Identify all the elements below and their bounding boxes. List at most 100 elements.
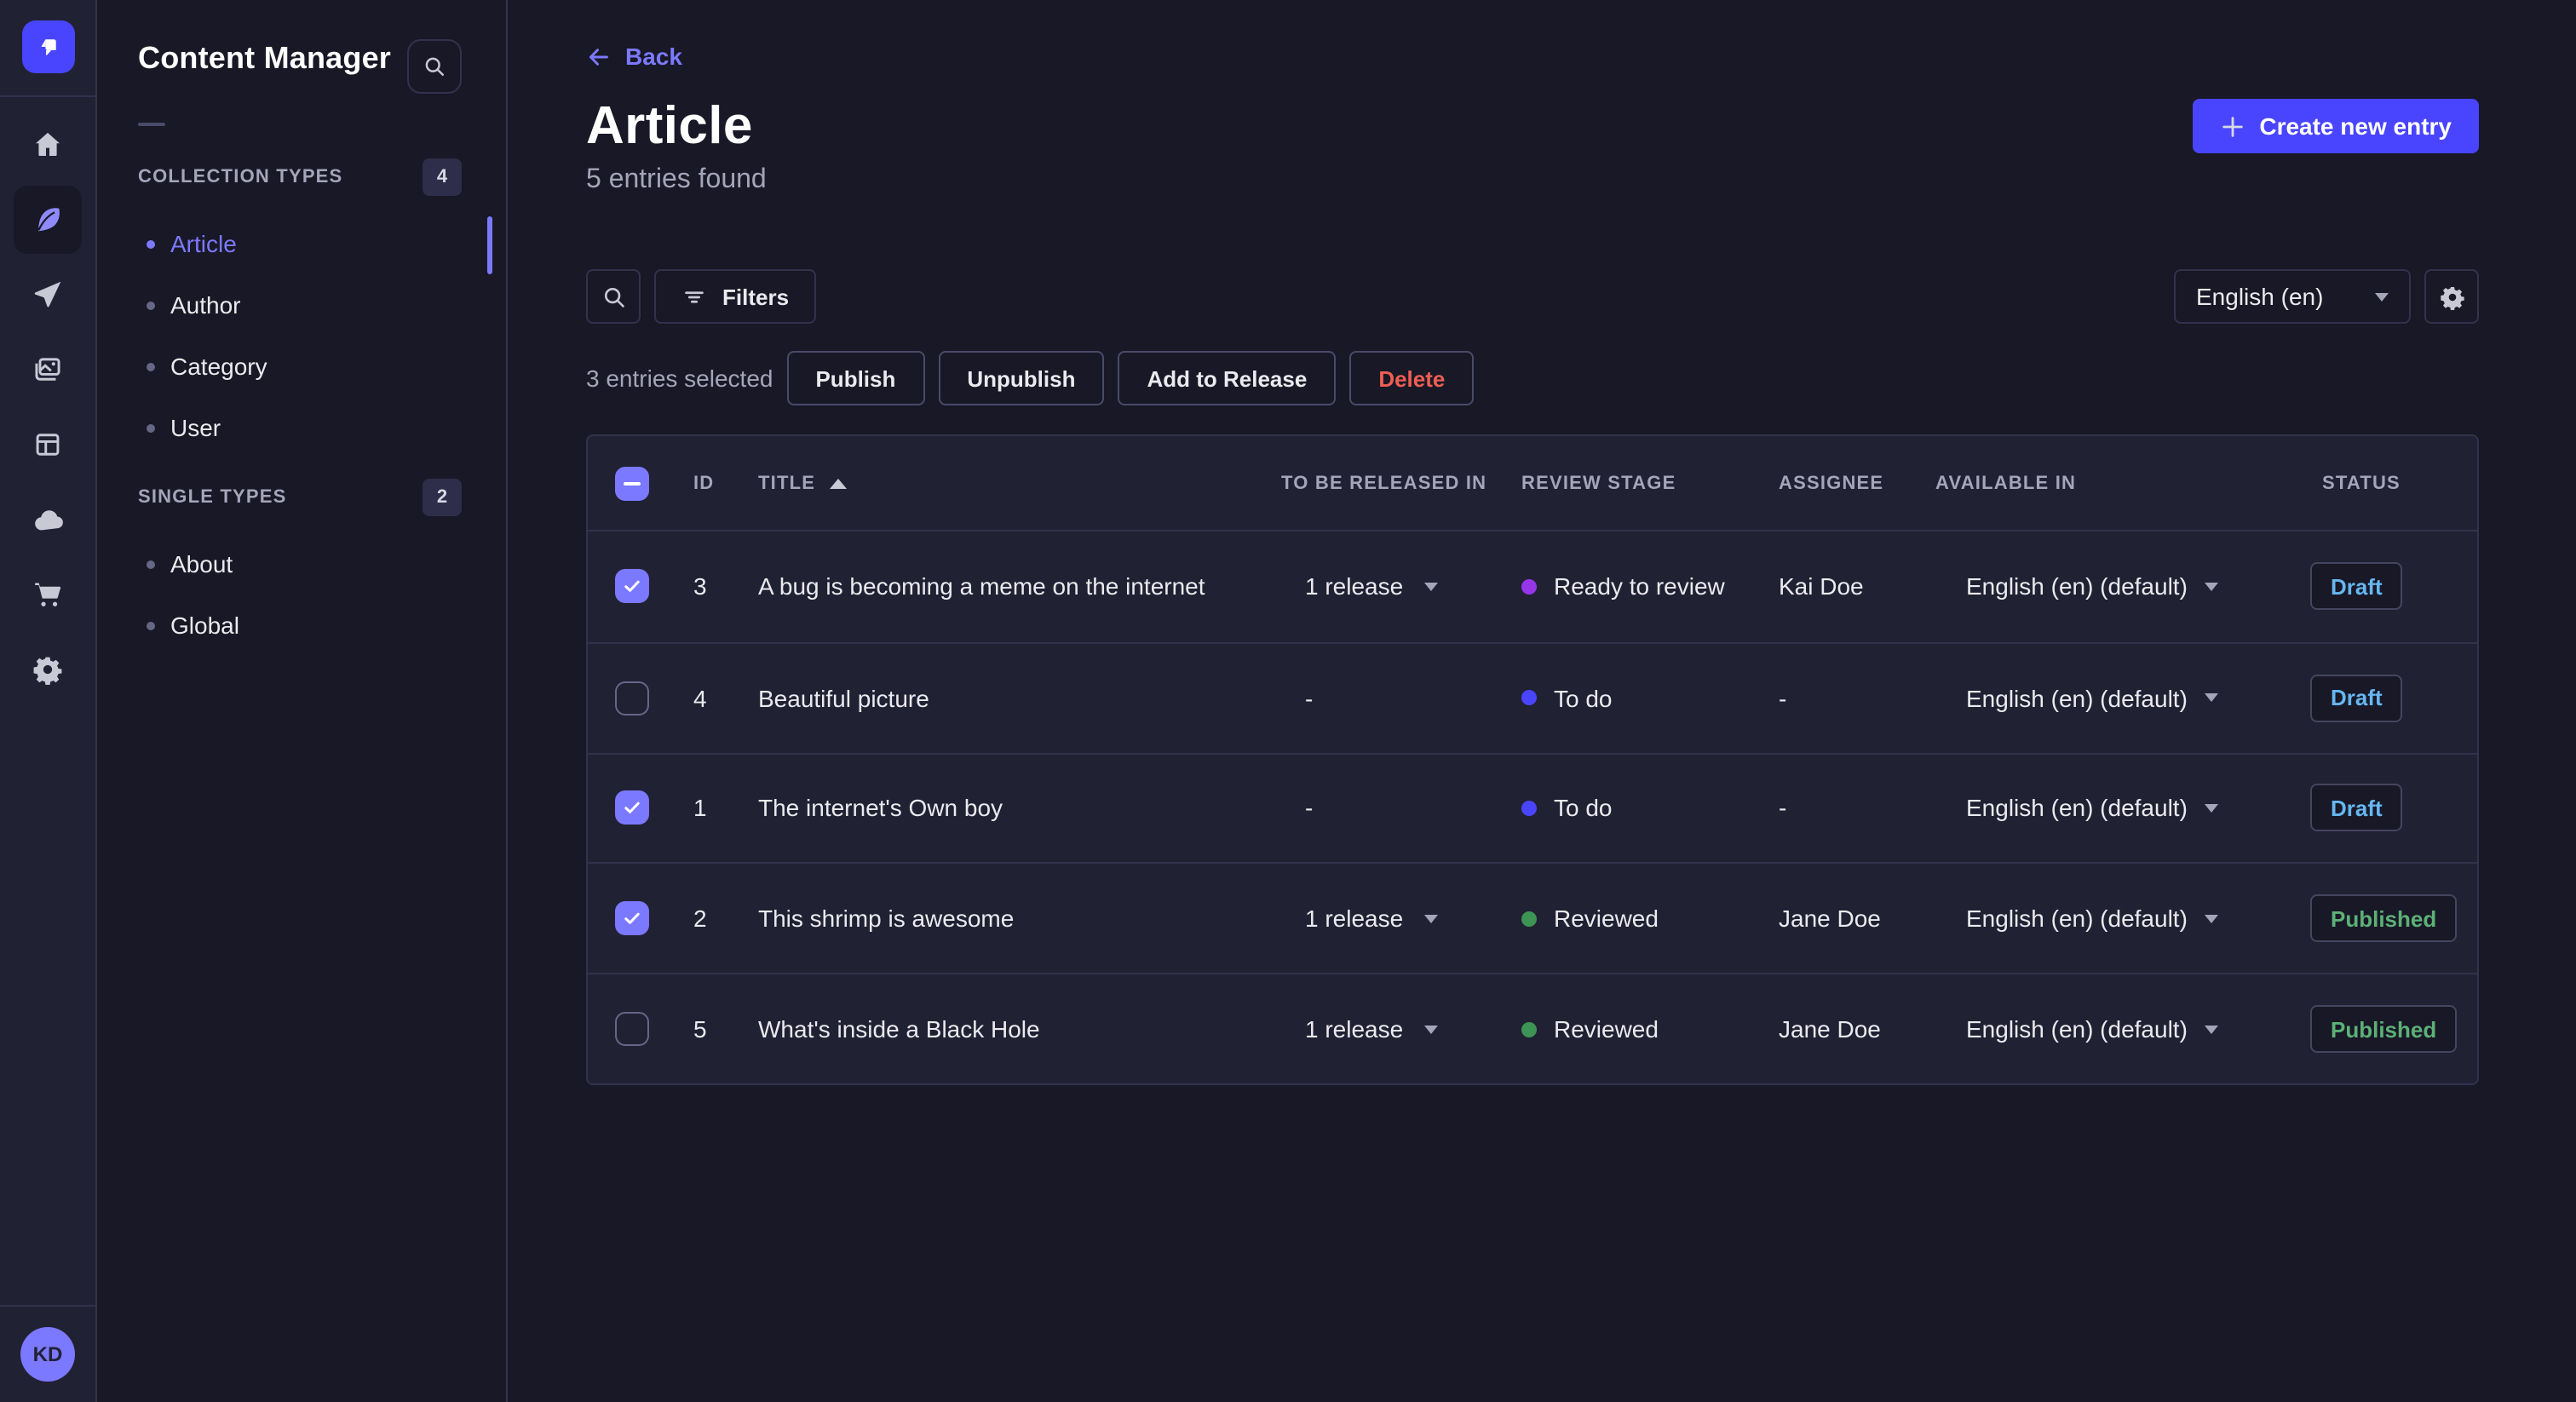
bullet-icon <box>147 621 155 629</box>
stage-value: To do <box>1554 684 1613 712</box>
create-entry-label: Create new entry <box>2259 112 2452 140</box>
filters-button[interactable]: Filters <box>654 269 817 324</box>
main-nav-item-feather[interactable] <box>14 186 82 254</box>
check-icon <box>624 913 640 925</box>
gear-icon <box>2440 286 2464 309</box>
main-nav-item-gear[interactable] <box>14 635 82 704</box>
cell-title: A bug is becoming a meme on the internet <box>758 572 1205 600</box>
subnav-item-about[interactable]: About <box>97 533 506 595</box>
section-head: COLLECTION TYPES 4 <box>97 158 506 196</box>
release-value: - <box>1305 684 1314 712</box>
strapi-logo[interactable] <box>22 20 75 73</box>
divider <box>138 123 165 126</box>
locale-select[interactable]: English (en) <box>2174 269 2411 324</box>
stage-value: Ready to review <box>1554 572 1725 600</box>
row-checkbox[interactable] <box>615 569 649 604</box>
bullet-icon <box>147 239 155 248</box>
subnav-search-button[interactable] <box>407 39 462 94</box>
cell-available-in-dropdown[interactable]: English (en) (default) <box>1966 684 2218 711</box>
subnav-item-category[interactable]: Category <box>97 336 506 397</box>
bulk-action-delete[interactable]: Delete <box>1349 351 1475 405</box>
table-row[interactable]: 1 The internet's Own boy - To do - Engli… <box>588 752 2477 863</box>
cell-review-stage: Reviewed <box>1521 905 1659 933</box>
cell-available-in-dropdown[interactable]: English (en) (default) <box>1966 905 2218 933</box>
cell-release-dropdown: - <box>1305 684 1313 711</box>
row-checkbox[interactable] <box>615 1012 649 1047</box>
bulk-action-unpublish[interactable]: Unpublish <box>938 351 1105 405</box>
main-nav-item-cart[interactable] <box>14 560 82 629</box>
subnav-item-author[interactable]: Author <box>97 274 506 336</box>
locale-value: English (en) (default) <box>1966 684 2188 712</box>
cell-id: 1 <box>693 794 707 822</box>
subnav-item-article[interactable]: Article <box>97 213 506 274</box>
main-nav-sidebar: KD <box>0 0 97 1402</box>
section-count-badge: 2 <box>423 479 462 516</box>
column-header-id: ID <box>693 473 715 493</box>
cell-available-in-dropdown[interactable]: English (en) (default) <box>1966 1015 2218 1043</box>
subnav-section: SINGLE TYPES 2 About Global <box>97 479 506 656</box>
stage-dot-icon <box>1521 1021 1537 1037</box>
table-row[interactable]: 2 This shrimp is awesome 1 release Revie… <box>588 862 2477 974</box>
stage-value: Reviewed <box>1554 1015 1659 1043</box>
select-all-checkbox[interactable] <box>615 466 649 500</box>
cell-available-in-dropdown[interactable]: English (en) (default) <box>1966 573 2218 600</box>
selection-count: 3 entries selected <box>586 365 773 392</box>
stage-dot-icon <box>1521 578 1537 595</box>
subnav-item-user[interactable]: User <box>97 397 506 458</box>
bulk-action-add-to-release[interactable]: Add to Release <box>1118 351 1337 405</box>
cell-release-dropdown[interactable]: 1 release <box>1305 573 1438 600</box>
row-checkbox[interactable] <box>615 681 649 715</box>
bullet-icon <box>147 560 155 568</box>
subnav-item-label: Global <box>170 612 239 639</box>
create-entry-button[interactable]: Create new entry <box>2193 99 2479 153</box>
subnav-item-global[interactable]: Global <box>97 595 506 656</box>
column-header-review-stage: REVIEW STAGE <box>1521 473 1676 493</box>
chevron-down-icon <box>2204 803 2218 813</box>
content-manager-sidebar: Content Manager COLLECTION TYPES 4 Artic… <box>97 0 508 1402</box>
status-badge: Draft <box>2310 784 2403 832</box>
divider <box>0 95 95 97</box>
chevron-down-icon <box>1423 582 1438 591</box>
locale-value: English (en) (default) <box>1966 572 2188 600</box>
app: KD Content Manager COLLECTION TYPES 4 Ar… <box>0 0 2576 1402</box>
cell-id: 4 <box>693 684 707 712</box>
search-button[interactable] <box>586 269 641 324</box>
column-header-title-sort-button[interactable]: TITLE <box>758 473 847 493</box>
main-nav-item-paper-plane[interactable] <box>14 261 82 329</box>
cell-release-dropdown[interactable]: 1 release <box>1305 1015 1438 1043</box>
cell-available-in-dropdown[interactable]: English (en) (default) <box>1966 795 2218 822</box>
status-badge: Published <box>2310 1005 2458 1054</box>
main-nav-item-home[interactable] <box>14 111 82 179</box>
filters-label: Filters <box>722 284 790 309</box>
chevron-down-icon <box>2204 1025 2218 1034</box>
column-header-status: STATUS <box>2322 473 2401 493</box>
settings-button[interactable] <box>2424 269 2479 324</box>
main-nav-item-layout[interactable] <box>14 411 82 479</box>
back-link[interactable]: Back <box>586 43 682 70</box>
cell-id: 2 <box>693 905 707 933</box>
filter-icon <box>685 290 704 302</box>
stage-value: To do <box>1554 794 1613 822</box>
chevron-down-icon <box>2375 292 2389 301</box>
chevron-down-icon <box>2204 582 2218 591</box>
column-header-available-in: AVAILABLE IN <box>1935 473 2077 493</box>
table-row[interactable]: 3 A bug is becoming a meme on the intern… <box>588 531 2477 642</box>
toolbar-left: Filters <box>586 269 817 324</box>
locale-value: English (en) (default) <box>1966 905 2188 933</box>
row-checkbox[interactable] <box>615 790 649 825</box>
cell-title: Beautiful picture <box>758 684 929 712</box>
table-row[interactable]: 5 What's inside a Black Hole 1 release R… <box>588 973 2477 1083</box>
user-avatar[interactable]: KD <box>20 1327 75 1382</box>
cell-id: 3 <box>693 572 707 600</box>
bulk-action-publish[interactable]: Publish <box>786 351 925 405</box>
chevron-down-icon <box>2204 914 2218 923</box>
main-nav-item-images[interactable] <box>14 336 82 404</box>
chevron-down-icon <box>1423 1025 1438 1034</box>
strapi-logo-icon <box>41 39 56 55</box>
main-nav-item-cloud[interactable] <box>14 486 82 554</box>
images-icon <box>35 358 60 381</box>
row-checkbox[interactable] <box>615 901 649 936</box>
cell-release-dropdown[interactable]: 1 release <box>1305 905 1438 933</box>
table-row[interactable]: 4 Beautiful picture - To do - English (e… <box>588 641 2477 753</box>
sort-asc-icon <box>829 478 847 488</box>
